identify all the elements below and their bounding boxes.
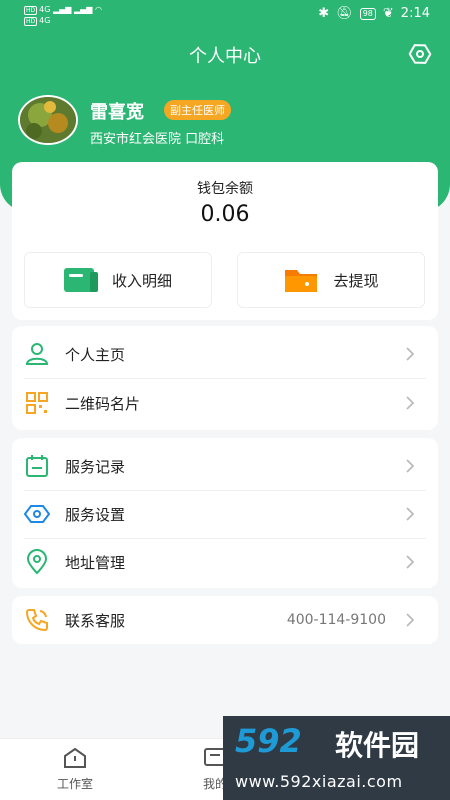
wallet-green-icon [63,268,98,292]
folder-wallet-icon [285,270,318,292]
watermark-logo: 592 [235,722,302,760]
wallet-label: 钱包余额 [197,181,253,197]
menu-group-profile: 个人主页 二维码名片 [12,326,438,430]
status-bar: HD 4G ▂▄▆ ▂▄▆ ◠ HD 4G ✱ 🔕︎ 98 ❦ 2:14 [0,0,450,30]
income-details-label: 收入明细 [111,271,172,290]
person-icon [25,343,49,365]
chevron-right-icon [406,507,415,521]
menu-item-service-records[interactable]: 服务记录 [12,442,438,490]
network-label: 4G [39,5,51,14]
menu-item-profile[interactable]: 个人主页 [12,330,438,378]
withdraw-button[interactable]: 去提现 [237,252,425,308]
chevron-right-icon [406,613,415,627]
menu-item-label: 服务设置 [65,505,126,524]
tab-workroom[interactable]: 工作室 [35,747,115,792]
network-label: 4G [39,16,51,25]
status-time: 2:14 [400,6,430,21]
menu-group-service: 服务记录 服务设置 地址管理 [12,438,438,588]
phone-icon [25,609,48,632]
hd-badge: HD [24,6,38,15]
watermark-brand: 软件园 [335,729,420,762]
bluetooth-icon: ✱ [318,6,330,21]
withdraw-label: 去提现 [333,271,379,290]
mute-icon: 🔕︎ [336,6,353,21]
chevron-right-icon [406,555,415,569]
settings-icon[interactable] [408,42,432,66]
avatar[interactable] [18,95,78,145]
menu-item-label: 服务记录 [65,457,126,476]
menu-item-qrcode[interactable]: 二维码名片 [12,379,438,427]
location-icon [26,549,48,575]
income-details-button[interactable]: 收入明细 [24,252,212,308]
wallet-balance: 0.06 [200,202,250,227]
leaf-icon: ❦ [382,6,394,21]
watermark-url: www.592xiazai.com [235,772,403,791]
rank-badge: 副主任医师 [164,100,231,120]
hospital-department: 西安市红会医院 口腔科 [90,132,225,147]
menu-item-label: 联系客服 [65,611,126,630]
qrcode-icon [26,392,48,414]
tab-label: 工作室 [56,777,93,791]
chevron-right-icon [406,459,415,473]
menu-item-label: 个人主页 [65,345,126,364]
battery-indicator: 98 [359,7,376,20]
menu-item-label: 地址管理 [65,553,126,572]
hexagon-settings-icon [24,505,50,523]
wallet-card: 钱包余额 0.06 收入明细 去提现 [12,162,438,320]
page-title: 个人中心 [189,46,261,67]
home-icon [64,747,86,768]
calendar-icon [26,455,48,477]
menu-item-address[interactable]: 地址管理 [12,538,438,586]
watermark: 592 软件园 www.592xiazai.com [223,716,450,800]
hd-badge: HD [24,17,38,26]
chevron-right-icon [406,347,415,361]
menu-item-service-settings[interactable]: 服务设置 [12,490,438,538]
user-name: 雷喜宽 [90,102,144,123]
signal-indicators: HD 4G ▂▄▆ ▂▄▆ ◠ HD 4G [24,5,102,26]
menu-group-contact: 联系客服 400-114-9100 [12,596,438,644]
chevron-right-icon [406,396,415,410]
menu-item-label: 二维码名片 [65,394,141,413]
menu-item-contact-service[interactable]: 联系客服 400-114-9100 [12,596,438,644]
contact-phone-number[interactable]: 400-114-9100 [287,612,386,628]
